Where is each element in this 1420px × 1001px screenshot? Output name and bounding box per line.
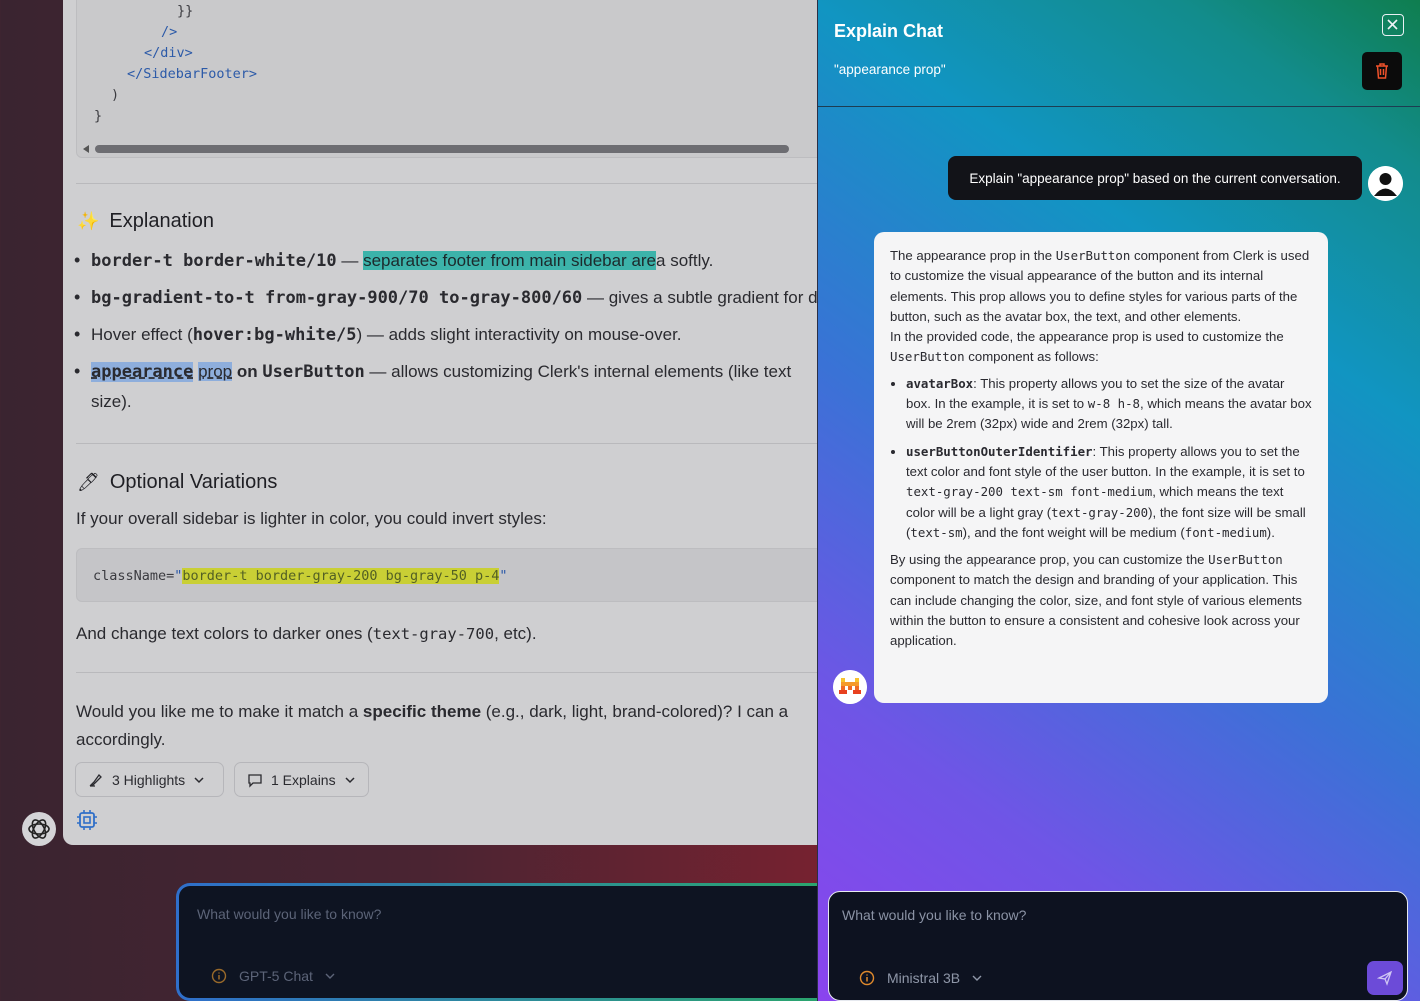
- chevron-down-icon: [325, 973, 335, 979]
- user-message: Explain "appearance prop" based on the c…: [948, 156, 1362, 200]
- code-line: </div>: [144, 45, 193, 61]
- explain-chat-panel: Explain Chat "appearance prop" Explain "…: [817, 0, 1420, 1001]
- explanation-heading: ✨ Explanation: [77, 210, 214, 232]
- highlights-dropdown[interactable]: 3 Highlights: [75, 762, 224, 797]
- paragraph: In the provided code, the appearance pro…: [890, 329, 1284, 365]
- divider: [76, 672, 823, 673]
- main-chat-area: }} /> </div> </SidebarFooter> ) } ✨ Expl…: [63, 0, 823, 845]
- delete-button[interactable]: [1362, 52, 1402, 90]
- mistral-logo-icon: [833, 670, 867, 704]
- scrollbar-thumb[interactable]: [95, 145, 789, 153]
- code-line: }: [94, 108, 103, 124]
- code-line: />: [161, 24, 178, 40]
- chevron-down-icon: [194, 776, 204, 783]
- scroll-left-icon[interactable]: [83, 145, 89, 153]
- chevron-down-icon: [345, 776, 355, 783]
- code-line: </SidebarFooter>: [127, 66, 258, 82]
- paragraph-continuation: accordingly.: [76, 730, 166, 749]
- panel-title: Explain Chat: [834, 21, 944, 41]
- close-button[interactable]: [1382, 14, 1404, 36]
- list-item: appearance prop on UserButton — allows c…: [74, 361, 791, 382]
- explain-chat-input[interactable]: What would you like to know? Ministral 3…: [828, 891, 1408, 1001]
- list-item: bg-gradient-to-t from-gray-900/70 to-gra…: [74, 287, 818, 308]
- close-icon: [1387, 19, 1398, 30]
- code-block: }} /> </div> </SidebarFooter> ) }: [76, 0, 823, 158]
- list-item: border-t border-white/10 — separates foo…: [74, 250, 713, 271]
- pen-icon: 🖊: [77, 472, 100, 492]
- input-placeholder[interactable]: What would you like to know?: [842, 907, 1026, 923]
- input-placeholder[interactable]: What would you like to know?: [197, 906, 381, 922]
- assistant-message: The appearance prop in the UserButton co…: [874, 232, 1328, 703]
- code-block: className="border-t border-gray-200 bg-g…: [76, 548, 823, 602]
- main-chat-input[interactable]: What would you like to know? GPT-5 Chat: [176, 883, 836, 1001]
- info-icon: [859, 970, 875, 986]
- info-icon: [211, 968, 227, 984]
- divider: [76, 183, 823, 184]
- paragraph: If your overall sidebar is lighter in co…: [76, 509, 547, 528]
- highlight[interactable]: separates footer from main sidebar are: [363, 251, 657, 270]
- panel-header: Explain Chat "appearance prop": [818, 0, 1420, 107]
- highlight[interactable]: appearance: [91, 362, 194, 382]
- user-avatar-icon: [1368, 166, 1403, 201]
- list-item: Hover effect (hover:bg-white/5) — adds s…: [74, 324, 682, 345]
- send-icon: [1377, 970, 1393, 986]
- paragraph: The appearance prop in the UserButton co…: [890, 248, 1310, 324]
- list-item-continuation: size).: [91, 392, 132, 411]
- highlight[interactable]: prop: [198, 362, 233, 381]
- highlight[interactable]: border-t border-gray-200 bg-gray-50 p-4: [182, 568, 500, 584]
- list-item: userButtonOuterIdentifier: This property…: [906, 442, 1312, 543]
- divider: [76, 443, 823, 444]
- paragraph: By using the appearance prop, you can cu…: [890, 552, 1302, 649]
- message-icon: [248, 773, 262, 788]
- panel-subtitle: "appearance prop": [834, 62, 946, 77]
- model-selector[interactable]: GPT-5 Chat: [211, 968, 335, 984]
- chip-icon[interactable]: [75, 808, 99, 832]
- explains-dropdown[interactable]: 1 Explains: [234, 762, 369, 797]
- trash-icon: [1376, 63, 1388, 79]
- horizontal-scrollbar[interactable]: [83, 144, 815, 153]
- send-button[interactable]: [1367, 961, 1403, 995]
- openai-logo-icon[interactable]: [22, 812, 56, 846]
- code-line: ): [111, 87, 120, 103]
- chevron-down-icon: [972, 975, 982, 981]
- list-item: avatarBox: This property allows you to s…: [906, 374, 1312, 435]
- list: avatarBox: This property allows you to s…: [890, 374, 1312, 543]
- paragraph: And change text colors to darker ones (t…: [76, 624, 537, 643]
- sparkles-icon: ✨: [77, 211, 100, 231]
- paragraph: Would you like me to make it match a spe…: [76, 702, 789, 721]
- model-selector[interactable]: Ministral 3B: [859, 970, 982, 986]
- highlighter-icon: [89, 773, 102, 787]
- code-line: }}: [177, 3, 194, 19]
- variations-heading: 🖊 Optional Variations: [77, 471, 278, 493]
